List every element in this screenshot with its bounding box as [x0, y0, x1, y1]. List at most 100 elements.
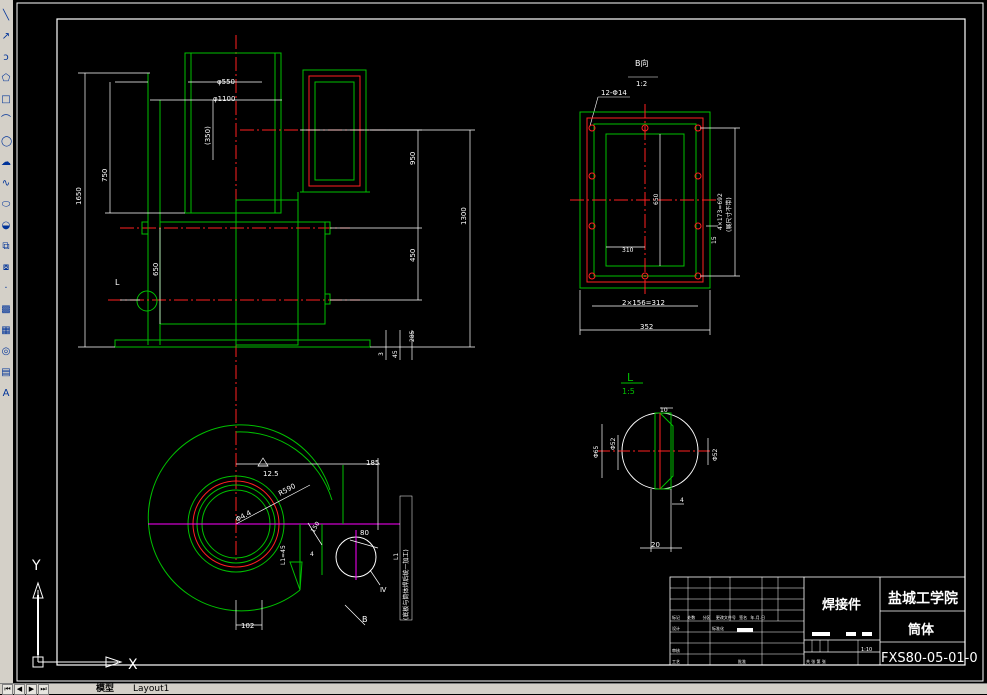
- plan-d104: Φ4.4: [234, 509, 253, 524]
- tool-ellipse-arc[interactable]: ◒: [0, 218, 13, 236]
- drawing-canvas[interactable]: φ550 φ1100 (350) 1650 750 950 1300 450 6…: [13, 0, 987, 683]
- dim-h450: 450: [409, 249, 417, 262]
- dim-d1100: φ1100: [213, 95, 235, 103]
- gradient-icon: ▦: [1, 325, 11, 336]
- tool-insert-block[interactable]: ⧉: [0, 239, 13, 257]
- plan-arrow-b: B: [362, 615, 368, 624]
- plan-note: (底板与筒体焊后统一加工): [402, 549, 410, 620]
- dim-h750: 750: [101, 169, 109, 182]
- tb-fill-2: [812, 632, 830, 636]
- plan-roughness: 12.5: [263, 470, 279, 478]
- bview-d-side-note: (展尺寸不带): [725, 197, 733, 232]
- tb-design: 设计: [672, 625, 680, 631]
- tool-table[interactable]: ▤: [0, 365, 13, 383]
- polygon-icon: ⬠: [1, 73, 11, 84]
- bview-d-bottom: 2×156=312: [622, 299, 665, 307]
- tool-revision-cloud[interactable]: ☁: [0, 155, 13, 173]
- tool-gradient[interactable]: ▦: [0, 323, 13, 341]
- dim-h285: 285: [409, 330, 416, 342]
- next-tab-button[interactable]: ▶: [26, 684, 37, 695]
- region-icon: ◎: [1, 346, 11, 357]
- dim-h350: (350): [204, 126, 212, 145]
- tool-multiline-text[interactable]: A: [0, 386, 13, 404]
- detail-marker-l: L: [115, 278, 120, 287]
- tool-spline[interactable]: ∿: [0, 176, 13, 194]
- ucs-icon: [32, 581, 123, 668]
- detail-d52: Φ52: [610, 437, 617, 450]
- ucs-x-label: X: [128, 657, 138, 673]
- tool-ellipse[interactable]: ⬭: [0, 197, 13, 215]
- tb-part-type: 焊接件: [822, 597, 861, 613]
- plan-view: 12.5 185 R590 Φ4.4 150 80 L1=45 4 L1 102…: [147, 424, 413, 630]
- detail-scale: 1:5: [622, 387, 635, 396]
- last-tab-button[interactable]: ⏭: [38, 684, 49, 695]
- construction-line-icon: ↗: [1, 31, 11, 42]
- drawing-svg: φ550 φ1100 (350) 1650 750 950 1300 450 6…: [16, 2, 984, 682]
- tool-polyline[interactable]: ↄ: [0, 50, 13, 68]
- tool-point[interactable]: ·: [0, 281, 13, 299]
- detail-d52-right: Φ52: [712, 448, 719, 461]
- plan-l45: L1=45: [280, 545, 287, 565]
- tool-arc[interactable]: ⌒: [0, 113, 13, 131]
- bview-d15: 15: [711, 236, 718, 244]
- tool-line[interactable]: ╲: [0, 8, 13, 26]
- tb-sheet: 共 张 第 张: [806, 658, 826, 664]
- arc-icon: ⌒: [1, 115, 11, 126]
- insert-block-icon: ⧉: [2, 241, 10, 252]
- dim-h950: 950: [409, 152, 417, 165]
- bview-scale: 1:2: [636, 80, 647, 88]
- hatch-icon: ▩: [1, 304, 11, 315]
- bview-d-side: 4×173=692: [717, 193, 724, 230]
- tool-rectangle[interactable]: □: [0, 92, 13, 110]
- bview-holes: 12-Φ14: [601, 89, 627, 97]
- revision-cloud-icon: ☁: [1, 157, 11, 168]
- tool-make-block[interactable]: ⧇: [0, 260, 13, 278]
- detail-d65: Φ65: [593, 445, 600, 458]
- tool-construction-line[interactable]: ↗: [0, 29, 13, 47]
- detail-title: L: [627, 371, 634, 384]
- tb-std: 标准化: [712, 625, 724, 631]
- tool-region[interactable]: ◎: [0, 344, 13, 362]
- tb-row-header: 标记 处数 分区 更改文件号 签名 年.月.日: [672, 614, 765, 620]
- plan-pipe-mark: Ⅳ: [380, 586, 387, 594]
- first-tab-button[interactable]: ⏮: [2, 684, 13, 695]
- ellipse-icon: ⬭: [1, 199, 11, 210]
- draw-toolbar: ╲ ↗ ↄ ⬠ □ ⌒ ◯ ☁ ∿ ⬭ ◒ ⧉ ⧇ · ▩ ▦ ◎ ▤ A: [0, 0, 14, 693]
- tb-drawing-no: FXS80-05-01-0: [881, 651, 978, 666]
- detail-l: L 1:5 10 Φ65 Φ52 Φ52 4 20: [593, 371, 719, 552]
- tool-hatch[interactable]: ▩: [0, 302, 13, 320]
- b-view: B向 1:2 12-Φ14 650 310 2×156=312 352 15 4…: [570, 58, 740, 335]
- plan-d102: 102: [241, 622, 254, 630]
- tb-fill-4: [862, 632, 872, 636]
- bview-title: B向: [635, 58, 649, 68]
- spline-icon: ∿: [1, 178, 11, 189]
- make-block-icon: ⧇: [2, 262, 10, 273]
- inner-frame: [56, 18, 966, 666]
- tool-polygon[interactable]: ⬠: [0, 71, 13, 89]
- polyline-icon: ↄ: [3, 52, 9, 63]
- table-icon: ▤: [1, 367, 11, 378]
- tb-part-name: 筒体: [908, 622, 935, 638]
- prev-tab-button[interactable]: ◀: [14, 684, 25, 695]
- tool-circle[interactable]: ◯: [0, 134, 13, 152]
- tb-fill-3: [846, 632, 856, 636]
- detail-d20: 20: [651, 541, 660, 549]
- tb-approve: 批准: [738, 658, 746, 664]
- dim-d550: φ550: [217, 78, 235, 86]
- ucs-y-label: Y: [31, 558, 41, 574]
- circle-icon: ◯: [1, 136, 13, 147]
- dim-h45: 45: [392, 350, 399, 358]
- bview-d650: 650: [653, 193, 660, 205]
- outer-frame: [16, 2, 984, 682]
- tb-fill-1: [737, 628, 753, 632]
- tb-check: 审核: [672, 647, 680, 653]
- plan-d185: 185: [366, 459, 379, 467]
- plan-d150: 150: [310, 520, 322, 534]
- tb-school: 盐城工学院: [888, 590, 958, 607]
- line-icon: ╲: [2, 10, 10, 21]
- dim-h650: 650: [152, 263, 160, 276]
- tb-process: 工艺: [672, 659, 680, 664]
- plan-d80: 80: [360, 529, 369, 537]
- rectangle-icon: □: [1, 94, 11, 105]
- dim-h1650: 1650: [75, 187, 83, 205]
